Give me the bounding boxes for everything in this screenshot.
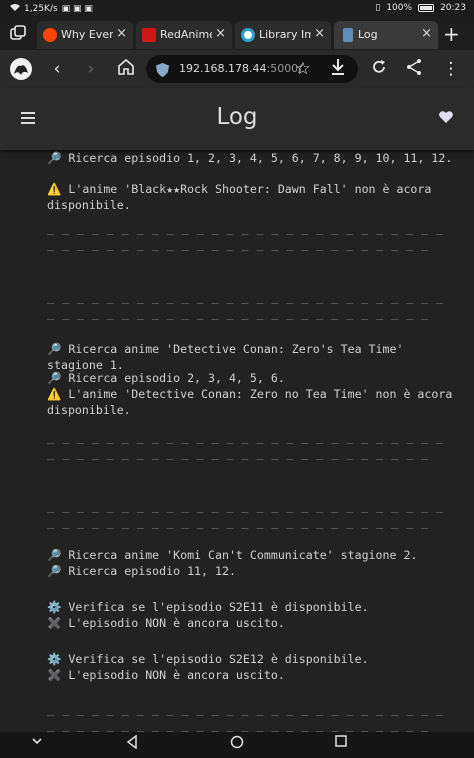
security-shield-icon bbox=[156, 62, 169, 77]
nav-recents-icon[interactable] bbox=[335, 735, 347, 751]
tab-title: RedAnime bbox=[160, 28, 212, 41]
log-line: ✖️ L'episodio NON è ancora uscito. bbox=[47, 668, 285, 682]
battery-percent: 100% bbox=[386, 3, 413, 13]
close-tab-icon[interactable]: × bbox=[215, 26, 226, 41]
tab-switcher-icon[interactable] bbox=[8, 24, 28, 44]
clock: 20:23 bbox=[440, 3, 466, 13]
more-menu-icon[interactable]: ⋮ bbox=[440, 58, 462, 80]
tab-why-every[interactable]: Why Every × bbox=[37, 21, 133, 49]
battery-icon bbox=[418, 4, 435, 12]
collapse-icon[interactable] bbox=[31, 735, 43, 751]
log-line: 🔎 Ricerca episodio 1, 2, 3, 4, 5, 6, 7, … bbox=[47, 151, 453, 165]
wifi-icon bbox=[10, 3, 20, 14]
status-bar: 1,25K/s ▣ ▣ ▣ ▯ 100% 20:23 bbox=[0, 0, 474, 18]
library-icon bbox=[241, 28, 255, 42]
url-host: 192.168.178.44 bbox=[179, 62, 267, 75]
nav-back-icon[interactable] bbox=[126, 734, 138, 753]
log-line: ⚠️ L'anime 'Detective Conan: Zero no Tea… bbox=[47, 387, 460, 417]
nav-home-icon[interactable] bbox=[230, 735, 244, 753]
heart-icon[interactable] bbox=[438, 109, 454, 125]
share-icon[interactable] bbox=[403, 58, 425, 80]
page-title: Log bbox=[216, 104, 258, 130]
network-speed: 1,25K/s bbox=[24, 3, 58, 14]
log-line: ⚙️ Verifica se l'episodio S2E11 è dispon… bbox=[47, 600, 369, 614]
home-icon[interactable] bbox=[115, 58, 137, 80]
tab-library[interactable]: Library Im × bbox=[235, 21, 331, 49]
bookmark-star-icon[interactable]: ☆ bbox=[292, 58, 314, 80]
download-icon[interactable] bbox=[327, 58, 349, 80]
log-separator: _ _ _ _ _ _ _ _ _ _ _ _ _ _ _ _ _ _ _ _ … bbox=[47, 499, 451, 529]
log-line: ⚙️ Verifica se l'episodio S2E12 è dispon… bbox=[47, 652, 369, 666]
reddit-icon bbox=[43, 28, 57, 42]
document-icon bbox=[343, 28, 353, 42]
tab-strip: Why Every × RedAnime × Library Im × Log … bbox=[0, 18, 474, 50]
forward-button[interactable]: › bbox=[80, 58, 102, 80]
log-line: 🔎 Ricerca episodio 11, 12. bbox=[47, 564, 236, 578]
app-header: Log bbox=[0, 88, 474, 150]
tab-title: Log bbox=[358, 28, 378, 41]
redanime-icon bbox=[142, 28, 156, 42]
log-line: 🔎 Ricerca anime 'Detective Conan: Zero's… bbox=[47, 342, 411, 372]
tab-log[interactable]: Log × bbox=[334, 21, 438, 49]
tab-title: Library Im bbox=[259, 28, 311, 41]
tab-title: Why Every bbox=[61, 28, 113, 41]
close-tab-icon[interactable]: × bbox=[116, 26, 127, 41]
log-separator: _ _ _ _ _ _ _ _ _ _ _ _ _ _ _ _ _ _ _ _ … bbox=[47, 221, 451, 251]
back-button[interactable]: ‹ bbox=[46, 58, 68, 80]
profile-avatar[interactable] bbox=[9, 57, 33, 81]
notification-icons: ▣ ▣ ▣ bbox=[61, 3, 93, 14]
log-line: ✖️ L'episodio NON è ancora uscito. bbox=[47, 616, 285, 630]
close-tab-icon[interactable]: × bbox=[314, 26, 325, 41]
log-separator: _ _ _ _ _ _ _ _ _ _ _ _ _ _ _ _ _ _ _ _ … bbox=[47, 290, 451, 320]
log-separator: _ _ _ _ _ _ _ _ _ _ _ _ _ _ _ _ _ _ _ _ … bbox=[47, 702, 451, 732]
url-text: 192.168.178.44:5000/ bbox=[179, 62, 302, 75]
close-tab-icon[interactable]: × bbox=[421, 26, 432, 41]
log-line: ⚠️ L'anime 'Black★★Rock Shooter: Dawn Fa… bbox=[47, 182, 439, 212]
log-line: 🔎 Ricerca episodio 2, 3, 4, 5, 6. bbox=[47, 371, 285, 385]
new-tab-button[interactable]: + bbox=[443, 22, 460, 46]
system-navigation-bar bbox=[0, 732, 474, 758]
log-line: 🔎 Ricerca anime 'Komi Can't Communicate'… bbox=[47, 548, 418, 562]
log-separator: _ _ _ _ _ _ _ _ _ _ _ _ _ _ _ _ _ _ _ _ … bbox=[47, 430, 451, 460]
browser-toolbar: ‹ › 192.168.178.44:5000/ ☆ ⋮ bbox=[0, 50, 474, 88]
reload-icon[interactable] bbox=[368, 58, 390, 80]
tab-redanime[interactable]: RedAnime × bbox=[136, 21, 232, 49]
vibrate-icon: ▯ bbox=[375, 3, 381, 13]
log-panel: 🔎 Ricerca episodio 1, 2, 3, 4, 5, 6, 7, … bbox=[0, 150, 474, 732]
